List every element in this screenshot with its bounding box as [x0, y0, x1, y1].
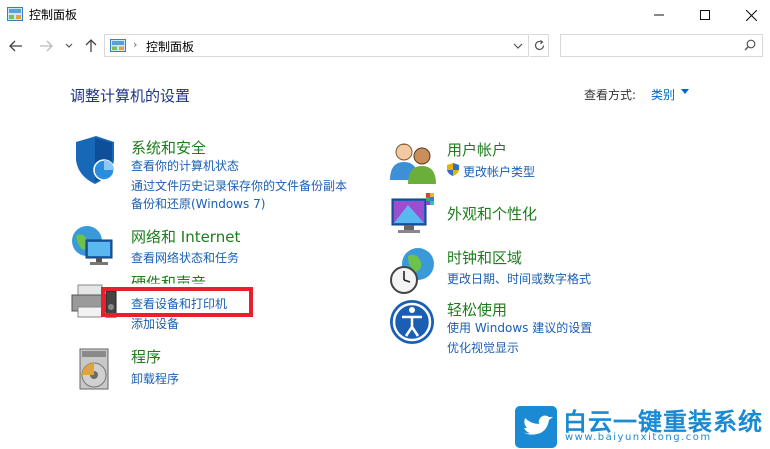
- refresh-button[interactable]: [530, 34, 549, 57]
- link-change-account-type[interactable]: 更改帐户类型: [463, 163, 535, 180]
- control-panel-icon: [110, 39, 126, 52]
- network-globe-icon[interactable]: [70, 222, 120, 272]
- navigation-bar: › 控制面板: [0, 30, 770, 62]
- clock-globe-icon[interactable]: [388, 246, 438, 296]
- page-title: 调整计算机的设置: [70, 87, 191, 105]
- window-title: 控制面板: [29, 8, 78, 22]
- link-optimize-visual-display[interactable]: 优化视觉显示: [447, 339, 519, 356]
- address-dropdown-button[interactable]: [513, 37, 523, 53]
- maximize-icon: [700, 10, 710, 20]
- refresh-icon: [534, 40, 544, 51]
- maximize-button[interactable]: [682, 0, 728, 30]
- user-accounts-icon[interactable]: [388, 138, 438, 188]
- link-use-windows-recommended[interactable]: 使用 Windows 建议的设置: [447, 319, 592, 336]
- minimize-icon: [654, 14, 664, 16]
- bird-logo-icon: [515, 406, 557, 448]
- category-title-clock-region[interactable]: 时钟和区域: [447, 247, 522, 268]
- breadcrumb-separator[interactable]: ›: [133, 38, 137, 51]
- security-shield-icon[interactable]: [70, 136, 120, 186]
- title-bar: 控制面板: [0, 0, 770, 30]
- watermark: 白云一键重装系统 www.baiyunxitong.com: [515, 402, 765, 448]
- link-view-network-status[interactable]: 查看网络状态和任务: [131, 249, 239, 266]
- search-input[interactable]: [560, 34, 763, 57]
- chevron-down-icon: [65, 43, 73, 48]
- main-content: 调整计算机的设置 查看方式: 类别 系统和安全 查看你的计算机状态 通过文件历史…: [0, 62, 770, 449]
- link-add-device[interactable]: 添加设备: [131, 315, 179, 332]
- category-title-programs[interactable]: 程序: [131, 346, 161, 367]
- highlight-box: [101, 287, 253, 317]
- search-icon: [744, 39, 756, 51]
- close-button[interactable]: [728, 0, 770, 30]
- breadcrumb[interactable]: 控制面板: [146, 38, 194, 55]
- arrow-up-icon: [85, 39, 97, 52]
- caret-down-icon[interactable]: [681, 89, 689, 94]
- watermark-url: www.baiyunxitong.com: [565, 432, 712, 443]
- ease-of-access-icon[interactable]: [388, 298, 438, 348]
- appearance-monitor-icon[interactable]: [388, 191, 438, 241]
- forward-button[interactable]: [36, 36, 56, 56]
- address-bar[interactable]: › 控制面板: [104, 34, 529, 57]
- up-button[interactable]: [82, 36, 100, 56]
- close-icon: [745, 9, 757, 21]
- category-title-network-internet[interactable]: 网络和 Internet: [131, 226, 240, 247]
- link-change-date-time-format[interactable]: 更改日期、时间或数字格式: [447, 270, 591, 287]
- back-button[interactable]: [6, 36, 26, 56]
- control-panel-icon: [7, 7, 23, 21]
- link-view-computer-status[interactable]: 查看你的计算机状态: [131, 157, 239, 174]
- link-file-history-backup[interactable]: 通过文件历史记录保存你的文件备份副本: [131, 177, 347, 194]
- minimize-button[interactable]: [636, 0, 682, 30]
- category-title-system-security[interactable]: 系统和安全: [131, 137, 206, 158]
- link-uninstall-program[interactable]: 卸载程序: [131, 370, 179, 387]
- programs-disc-icon[interactable]: [70, 345, 120, 395]
- arrow-left-icon: [9, 40, 22, 52]
- category-title-user-accounts[interactable]: 用户帐户: [447, 139, 507, 160]
- view-by-dropdown[interactable]: 类别: [651, 86, 675, 103]
- recent-locations-button[interactable]: [62, 36, 76, 56]
- uac-shield-icon: [447, 163, 459, 176]
- arrow-right-icon: [40, 40, 53, 52]
- category-title-ease-of-access[interactable]: 轻松使用: [447, 299, 507, 320]
- chevron-down-icon: [513, 43, 523, 49]
- category-title-appearance[interactable]: 外观和个性化: [447, 203, 537, 224]
- view-by-label: 查看方式:: [584, 88, 637, 102]
- link-backup-restore[interactable]: 备份和还原(Windows 7): [131, 195, 265, 212]
